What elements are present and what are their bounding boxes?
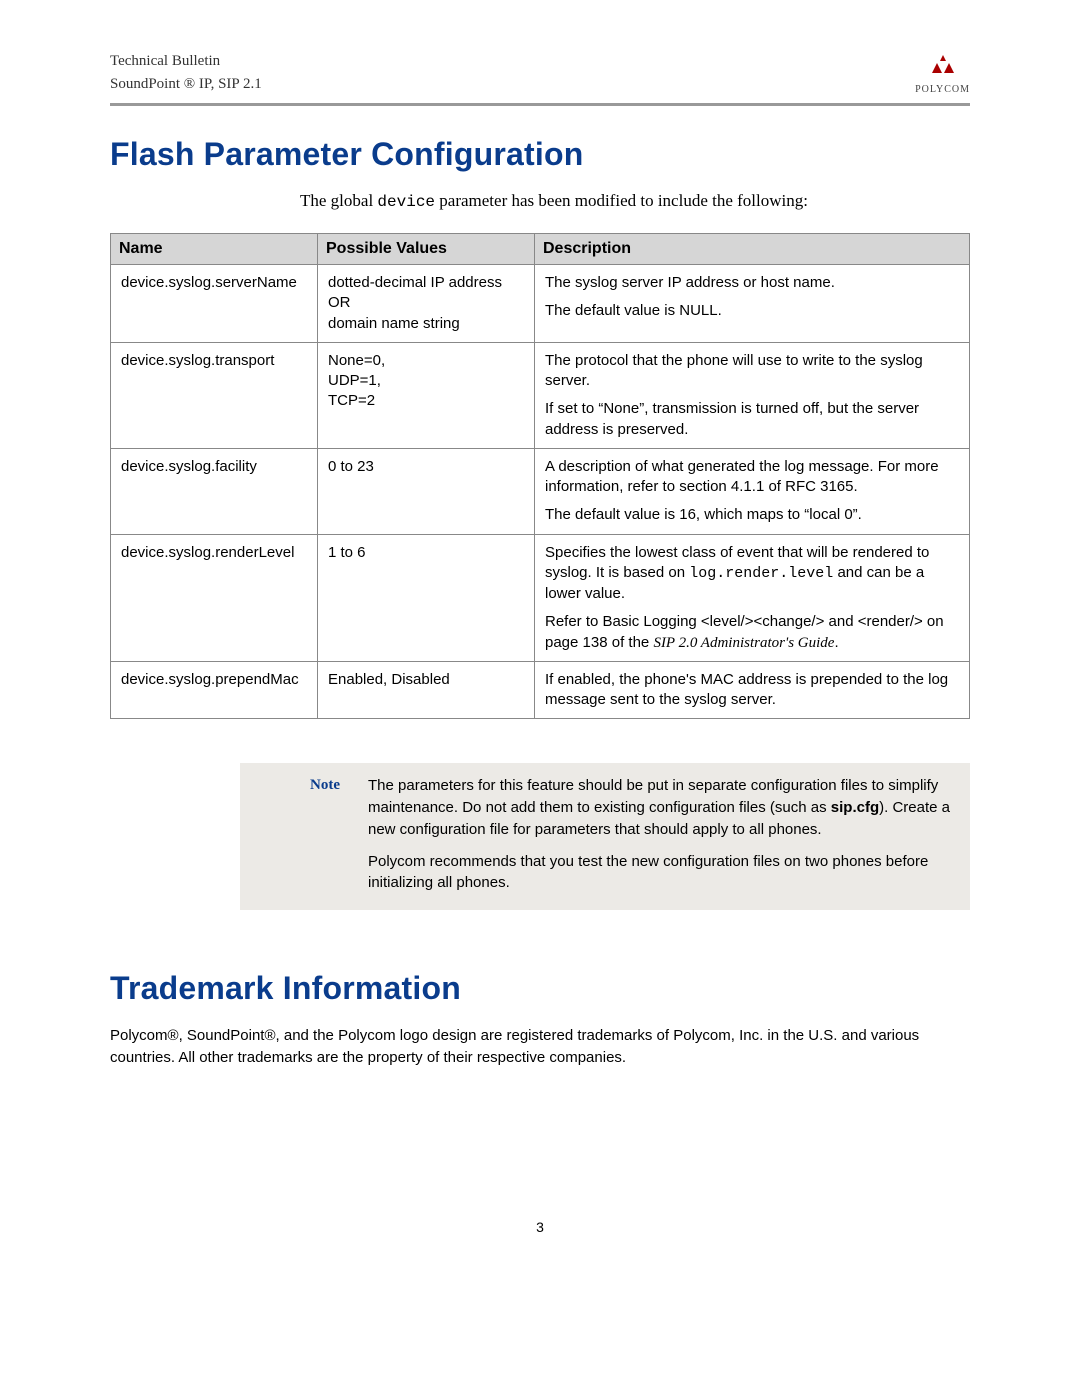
desc-segment: SIP 2.0 Administrator's Guide <box>653 635 834 651</box>
desc-block: If set to “None”, transmission is turned… <box>545 399 959 440</box>
parameter-table: Name Possible Values Description device.… <box>110 233 970 719</box>
page-header: Technical Bulletin SoundPoint ® IP, SIP … <box>110 50 970 95</box>
header-left: Technical Bulletin SoundPoint ® IP, SIP … <box>110 50 262 95</box>
cell-name: device.syslog.transport <box>111 342 318 448</box>
desc-block: The syslog server IP address or host nam… <box>545 273 959 293</box>
logo-icon <box>915 55 970 84</box>
cell-values: Enabled, Disabled <box>318 661 535 719</box>
cell-description: If enabled, the phone's MAC address is p… <box>535 661 970 719</box>
cell-description: The protocol that the phone will use to … <box>535 342 970 448</box>
section-heading-flash: Flash Parameter Configuration <box>110 136 970 173</box>
th-desc: Description <box>535 234 970 265</box>
desc-block: A description of what generated the log … <box>545 457 959 498</box>
note-p1-bold: sip.cfg <box>831 799 879 816</box>
section-heading-trademark: Trademark Information <box>110 970 970 1007</box>
desc-block: If enabled, the phone's MAC address is p… <box>545 670 959 711</box>
intro-paragraph: The global device parameter has been mod… <box>300 191 970 211</box>
note-box: Note The parameters for this feature sho… <box>240 763 970 910</box>
cell-name: device.syslog.renderLevel <box>111 534 318 661</box>
th-values: Possible Values <box>318 234 535 265</box>
table-header-row: Name Possible Values Description <box>111 234 970 265</box>
desc-block: Specifies the lowest class of event that… <box>545 543 959 605</box>
table-row: device.syslog.serverNamedotted-decimal I… <box>111 265 970 343</box>
table-row: device.syslog.prependMacEnabled, Disable… <box>111 661 970 719</box>
table-row: device.syslog.transportNone=0, UDP=1, TC… <box>111 342 970 448</box>
note-para1: The parameters for this feature should b… <box>368 775 952 840</box>
cell-values: None=0, UDP=1, TCP=2 <box>318 342 535 448</box>
desc-segment: log.render.level <box>689 565 833 582</box>
page-number: 3 <box>110 1219 970 1235</box>
cell-name: device.syslog.prependMac <box>111 661 318 719</box>
cell-description: A description of what generated the log … <box>535 448 970 534</box>
header-line1: Technical Bulletin <box>110 50 262 73</box>
intro-code: device <box>377 193 435 211</box>
th-name: Name <box>111 234 318 265</box>
table-row: device.syslog.renderLevel1 to 6Specifies… <box>111 534 970 661</box>
cell-description: The syslog server IP address or host nam… <box>535 265 970 343</box>
cell-values: 1 to 6 <box>318 534 535 661</box>
note-para2: Polycom recommends that you test the new… <box>368 851 952 895</box>
note-body: The parameters for this feature should b… <box>368 775 952 894</box>
desc-block: The protocol that the phone will use to … <box>545 351 959 392</box>
cell-name: device.syslog.serverName <box>111 265 318 343</box>
header-line2: SoundPoint ® IP, SIP 2.1 <box>110 73 262 96</box>
cell-values: dotted-decimal IP address OR domain name… <box>318 265 535 343</box>
table-row: device.syslog.facility0 to 23A descripti… <box>111 448 970 534</box>
desc-block: Refer to Basic Logging <level/><change/>… <box>545 612 959 653</box>
trademark-body: Polycom®, SoundPoint®, and the Polycom l… <box>110 1025 970 1069</box>
cell-values: 0 to 23 <box>318 448 535 534</box>
note-label: Note <box>240 775 340 894</box>
logo-text: POLYCOM <box>915 84 970 95</box>
intro-post: parameter has been modified to include t… <box>435 191 808 210</box>
polycom-logo: POLYCOM <box>915 55 970 95</box>
intro-pre: The global <box>300 191 377 210</box>
cell-name: device.syslog.facility <box>111 448 318 534</box>
desc-block: The default value is NULL. <box>545 301 959 321</box>
header-divider <box>110 103 970 106</box>
cell-description: Specifies the lowest class of event that… <box>535 534 970 661</box>
desc-segment: . <box>834 634 838 651</box>
desc-block: The default value is 16, which maps to “… <box>545 505 959 525</box>
